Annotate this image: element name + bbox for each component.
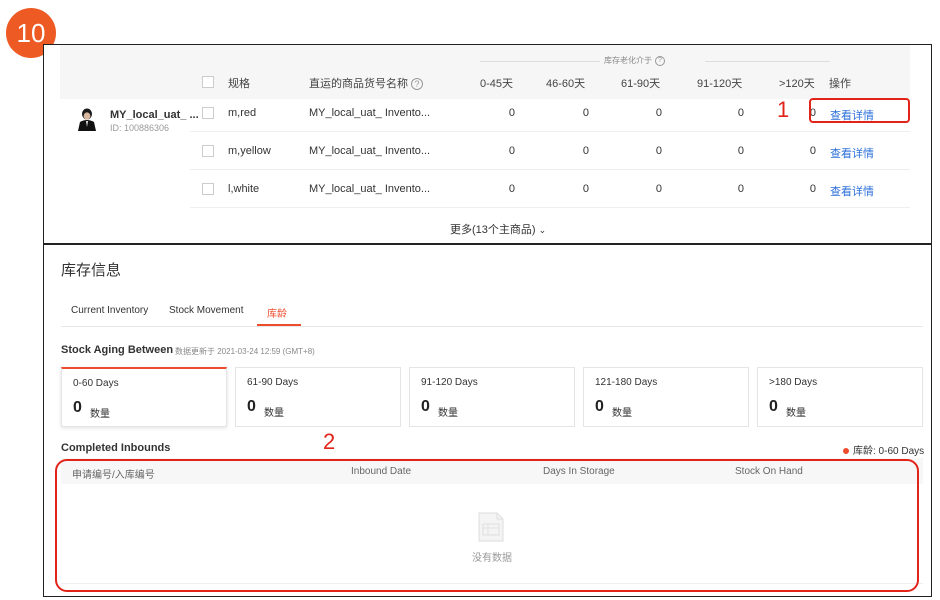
row-checkbox[interactable] xyxy=(202,107,214,119)
row-spec: m,red xyxy=(228,107,257,119)
card-value: 0 xyxy=(421,398,430,415)
aging-card-91-120[interactable]: 91-120 Days 0 数量 xyxy=(409,367,575,427)
legend-dot-icon xyxy=(843,448,849,455)
row-sku-name: MY_local_uat_ Invento... xyxy=(309,183,431,195)
select-all-checkbox[interactable] xyxy=(202,76,214,88)
column-header-0-45-days: 0-45天 xyxy=(480,78,514,90)
card-label: 61-90 Days xyxy=(247,377,299,388)
active-tab-indicator xyxy=(257,324,301,326)
chevron-down-icon: ⌄ xyxy=(538,225,547,235)
aging-card-over-180[interactable]: >180 Days 0 数量 xyxy=(757,367,923,427)
card-unit: 数量 xyxy=(786,408,806,419)
card-label: 0-60 Days xyxy=(73,378,119,389)
row-61-90-value: 0 xyxy=(655,107,662,119)
inventory-info-panel: 库存信息 Current Inventory Stock Movement 库龄… xyxy=(43,244,932,597)
card-value: 0 xyxy=(73,399,82,416)
row-91-120-value: 0 xyxy=(737,145,744,157)
column-header-action: 操作 xyxy=(829,78,851,90)
stock-aging-title: Stock Aging Between xyxy=(61,344,174,356)
row-61-90-value: 0 xyxy=(655,145,662,157)
card-label: >180 Days xyxy=(769,377,818,388)
card-unit: 数量 xyxy=(264,408,284,419)
tab-bar: Current Inventory Stock Movement 库龄 xyxy=(61,295,923,327)
card-unit: 数量 xyxy=(612,408,632,419)
column-header-91-120-days: 91-120天 xyxy=(697,78,743,90)
row-checkbox[interactable] xyxy=(202,145,214,157)
card-value: 0 xyxy=(247,398,256,415)
row-61-90-value: 0 xyxy=(655,183,662,195)
row-46-60-value: 0 xyxy=(582,145,589,157)
aging-group-label: 库存老化介于 xyxy=(604,56,652,65)
product-thumbnail xyxy=(76,107,98,131)
section-title: 库存信息 xyxy=(61,262,122,279)
row-sku-name: MY_local_uat_ Invento... xyxy=(309,107,431,119)
row-checkbox[interactable] xyxy=(202,183,214,195)
help-icon[interactable]: ? xyxy=(655,55,665,66)
aging-card-121-180[interactable]: 121-180 Days 0 数量 xyxy=(583,367,749,427)
row-0-45-value: 0 xyxy=(508,183,515,195)
row-46-60-value: 0 xyxy=(582,107,589,119)
tab-current-inventory[interactable]: Current Inventory xyxy=(71,305,148,316)
column-header-spec: 规格 xyxy=(228,78,250,90)
card-label: 91-120 Days xyxy=(421,377,478,388)
card-unit: 数量 xyxy=(90,409,110,420)
callout-number-2: 2 xyxy=(323,429,336,454)
help-icon[interactable]: ? xyxy=(411,78,423,91)
tab-stock-movement[interactable]: Stock Movement xyxy=(169,305,243,316)
row-46-60-value: 0 xyxy=(582,183,589,195)
product-inventory-panel: 库存老化介于? 规格 直运的商品货号名称? 0-45天 46-60天 61-90… xyxy=(43,44,932,244)
product-id: ID: 100886306 xyxy=(110,123,170,133)
column-header-sku-name: 直运的商品货号名称? xyxy=(309,75,423,91)
product-name[interactable]: MY_local_uat_ ... xyxy=(110,109,199,121)
row-91-120-value: 0 xyxy=(737,107,744,119)
column-header-46-60-days: 46-60天 xyxy=(546,78,586,90)
aging-legend: 库龄: 0-60 Days xyxy=(843,442,924,457)
aging-group-header: 库存老化介于? xyxy=(480,55,830,66)
tab-stock-aging[interactable]: 库龄 xyxy=(267,305,287,320)
card-unit: 数量 xyxy=(438,408,458,419)
data-update-time: 数据更新于 2021-03-24 12:59 (GMT+8) xyxy=(175,347,315,356)
row-91-120-value: 0 xyxy=(737,183,744,195)
callout-number-1: 1 xyxy=(777,97,790,122)
aging-card-61-90[interactable]: 61-90 Days 0 数量 xyxy=(235,367,401,427)
row-spec: l,white xyxy=(228,183,260,195)
row-0-45-value: 0 xyxy=(508,145,515,157)
view-details-link[interactable]: 查看详情 xyxy=(830,183,874,199)
callout-highlight-2 xyxy=(55,459,919,592)
callout-highlight-1 xyxy=(809,98,910,123)
row-0-45-value: 0 xyxy=(508,107,515,119)
view-details-link[interactable]: 查看详情 xyxy=(830,145,874,161)
column-header-over-120-days: >120天 xyxy=(779,78,815,90)
column-header-61-90-days: 61-90天 xyxy=(621,78,661,90)
row-spec: m,yellow xyxy=(228,145,271,157)
card-value: 0 xyxy=(769,398,778,415)
row-sku-name: MY_local_uat_ Invento... xyxy=(309,145,431,157)
aging-card-0-60[interactable]: 0-60 Days 0 数量 xyxy=(61,367,227,427)
completed-inbounds-title: Completed Inbounds xyxy=(61,442,171,454)
card-value: 0 xyxy=(595,398,604,415)
card-label: 121-180 Days xyxy=(595,377,658,388)
row-over-120-value: 0 xyxy=(809,145,816,157)
row-over-120-value: 0 xyxy=(809,183,816,195)
show-more-button[interactable]: 更多(13个主商品) ⌄ xyxy=(450,221,546,237)
